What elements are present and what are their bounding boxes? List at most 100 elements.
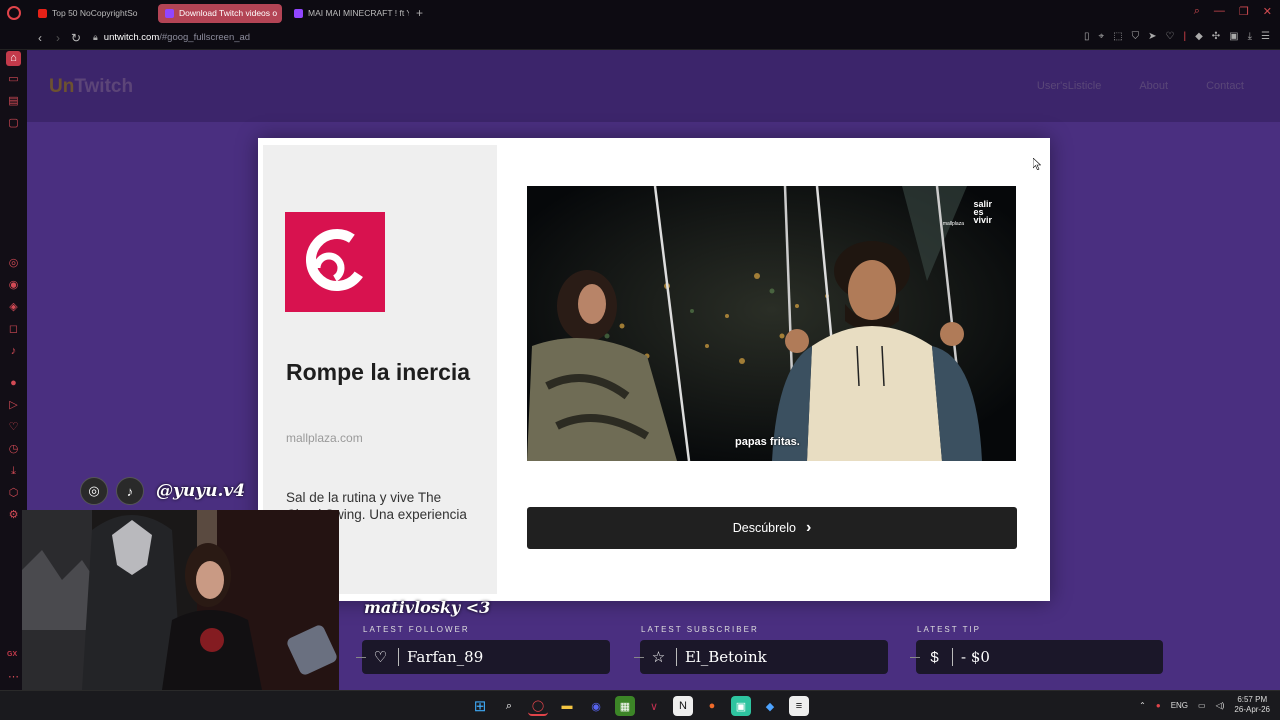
video-sub-logo: mallplaza: [942, 221, 964, 227]
reload-icon[interactable]: ↻: [67, 31, 85, 45]
tab-label: Download Twitch videos o: [179, 8, 278, 18]
instagram-icon[interactable]: ◻: [6, 322, 21, 337]
opera-gx-icon[interactable]: ◯: [528, 696, 548, 716]
address-bar: ‹ › ↻ 🔒︎ untwitch.com/#goog_fullscreen_a…: [0, 26, 1280, 50]
latest-tip-value: - $0: [961, 648, 990, 666]
download-icon[interactable]: ⤓: [1248, 31, 1252, 42]
opera-logo-icon[interactable]: [7, 6, 21, 20]
separator-icon: |: [1183, 31, 1187, 42]
windows-start-icon[interactable]: ⊞: [470, 696, 490, 716]
stream-mention: mativlosky <3: [364, 598, 491, 617]
extensions-icon[interactable]: ⬡: [6, 486, 21, 501]
cta-label: Descúbrelo: [732, 521, 796, 535]
ad-domain[interactable]: mallplaza.com: [286, 431, 363, 445]
ad-title[interactable]: Rompe la inercia: [286, 357, 476, 387]
video-caption: papas fritas.: [735, 436, 800, 448]
site-header: UnTwitch User'sListicle About Contact: [27, 50, 1280, 122]
microphone-icon[interactable]: ●: [702, 696, 722, 716]
heart-icon[interactable]: ♡: [1165, 31, 1174, 42]
dash-decoration: [910, 656, 920, 658]
new-tab-button[interactable]: +: [416, 6, 423, 20]
mallplaza-logo[interactable]: [285, 212, 385, 312]
tab-label: Top 50 NoCopyrightSo: [52, 8, 138, 18]
back-icon[interactable]: ‹: [31, 31, 49, 45]
language-indicator[interactable]: ENG: [1171, 701, 1188, 710]
logo-part1: Un: [49, 76, 75, 97]
nav-link[interactable]: User'sListicle: [1037, 80, 1101, 92]
search-tabs-icon[interactable]: ⌕: [1194, 5, 1200, 18]
chat-icon[interactable]: ▣: [731, 696, 751, 716]
dash-decoration: [634, 656, 644, 658]
cube-icon[interactable]: ◆: [1195, 31, 1203, 42]
screen: Top 50 NoCopyrightSo Download Twitch vid…: [0, 0, 1280, 720]
star-icon: ☆: [651, 649, 666, 666]
play-icon[interactable]: ▷: [6, 398, 21, 413]
browser-tab-bar: Top 50 NoCopyrightSo Download Twitch vid…: [0, 0, 1280, 26]
ad-video[interactable]: salir es vivir mallplaza papas fritas.: [527, 186, 1016, 461]
video-watermark: salir es vivir: [973, 200, 992, 225]
box-icon[interactable]: ▣: [1229, 31, 1238, 42]
nav-link[interactable]: Contact: [1206, 80, 1244, 92]
menu-icon[interactable]: ☰: [1261, 31, 1270, 42]
latest-follower-box: ♡ Farfan_89: [356, 640, 610, 674]
tab-untwitch[interactable]: Download Twitch videos o: [158, 3, 282, 23]
cta-button[interactable]: Descúbrelo ›: [527, 507, 1017, 549]
window-controls: ⌕ — ❐ ✕: [1194, 5, 1272, 18]
microphone-icon[interactable]: ●: [1156, 701, 1161, 710]
bag-icon[interactable]: ▢: [6, 116, 21, 131]
send-icon[interactable]: ➤: [1148, 31, 1156, 42]
heart-icon[interactable]: ♡: [6, 420, 21, 435]
gx-icon[interactable]: GX: [7, 651, 17, 658]
settings-icon[interactable]: ⚙: [6, 508, 21, 523]
forward-icon[interactable]: ›: [49, 31, 67, 45]
video-frame: [527, 186, 1016, 461]
notion-icon[interactable]: N: [673, 696, 693, 716]
streamlabs-icon[interactable]: ≡: [789, 696, 809, 716]
file-explorer-icon[interactable]: ▬: [557, 696, 577, 716]
discord-icon[interactable]: ◉: [586, 696, 606, 716]
puzzle-icon[interactable]: ✣: [1212, 31, 1220, 42]
clock[interactable]: 6:57 PM 26-Apr-26: [1234, 695, 1270, 715]
volume-icon[interactable]: ◁): [1216, 701, 1225, 710]
close-window-button[interactable]: ✕: [1263, 5, 1272, 18]
display-icon[interactable]: ▭: [1198, 701, 1206, 710]
webcam-feed: [22, 510, 339, 690]
app-icon[interactable]: ◆: [760, 696, 780, 716]
home-icon[interactable]: ⌂: [6, 51, 21, 66]
lock-icon: 🔒︎: [93, 32, 98, 42]
download-icon[interactable]: ⤓: [6, 464, 21, 479]
snapshot-icon[interactable]: ⬚: [1113, 31, 1122, 42]
nav-link[interactable]: About: [1139, 80, 1168, 92]
minecraft-icon[interactable]: ▦: [615, 696, 635, 716]
minimize-button[interactable]: —: [1214, 5, 1225, 18]
history-icon[interactable]: ◷: [6, 442, 21, 457]
tab-twitch-stream[interactable]: MAI MAI MINECRAFT ! ft Y: [287, 4, 409, 23]
shield-icon[interactable]: ⛉: [1132, 31, 1140, 42]
chevron-up-icon[interactable]: ⌃: [1139, 701, 1146, 710]
car-icon[interactable]: ▤: [6, 94, 21, 109]
spotify-icon[interactable]: ●: [6, 376, 21, 391]
discord-icon[interactable]: ◈: [6, 300, 21, 315]
vegas-icon[interactable]: ∨: [644, 696, 664, 716]
url-path: /#goog_fullscreen_ad: [159, 32, 251, 43]
whatsapp-icon[interactable]: ◉: [6, 278, 21, 293]
webcam-image: [22, 510, 339, 690]
separator: [952, 648, 953, 666]
more-icon[interactable]: ⋯: [6, 670, 21, 685]
tiktok-icon[interactable]: ♪: [6, 344, 21, 359]
site-logo[interactable]: UnTwitch: [49, 76, 133, 98]
windows-taskbar: ⊞ ⌕ ◯ ▬ ◉ ▦ ∨ N ● ▣ ◆ ≡ ⌃ ● ENG ▭ ◁) 6:5…: [0, 690, 1280, 720]
dash-decoration: [356, 656, 366, 658]
pin-icon[interactable]: ⌖: [1099, 31, 1105, 42]
latest-subscriber-label: LATEST SUBSCRIBER: [641, 625, 759, 634]
tab-label: MAI MAI MINECRAFT ! ft Y: [308, 8, 409, 18]
logo-part2: Twitch: [74, 76, 134, 97]
url-field[interactable]: untwitch.com/#goog_fullscreen_ad: [104, 32, 250, 43]
tab-youtube[interactable]: Top 50 NoCopyrightSo: [31, 4, 153, 23]
search-icon[interactable]: ⌕: [499, 696, 519, 716]
target-icon[interactable]: ◎: [6, 256, 21, 271]
maximize-button[interactable]: ❐: [1239, 5, 1249, 18]
sidebar-toggle-icon[interactable]: ▯: [1084, 31, 1090, 42]
site-nav: User'sListicle About Contact: [1037, 80, 1244, 92]
controller-icon[interactable]: ▭: [6, 72, 21, 87]
